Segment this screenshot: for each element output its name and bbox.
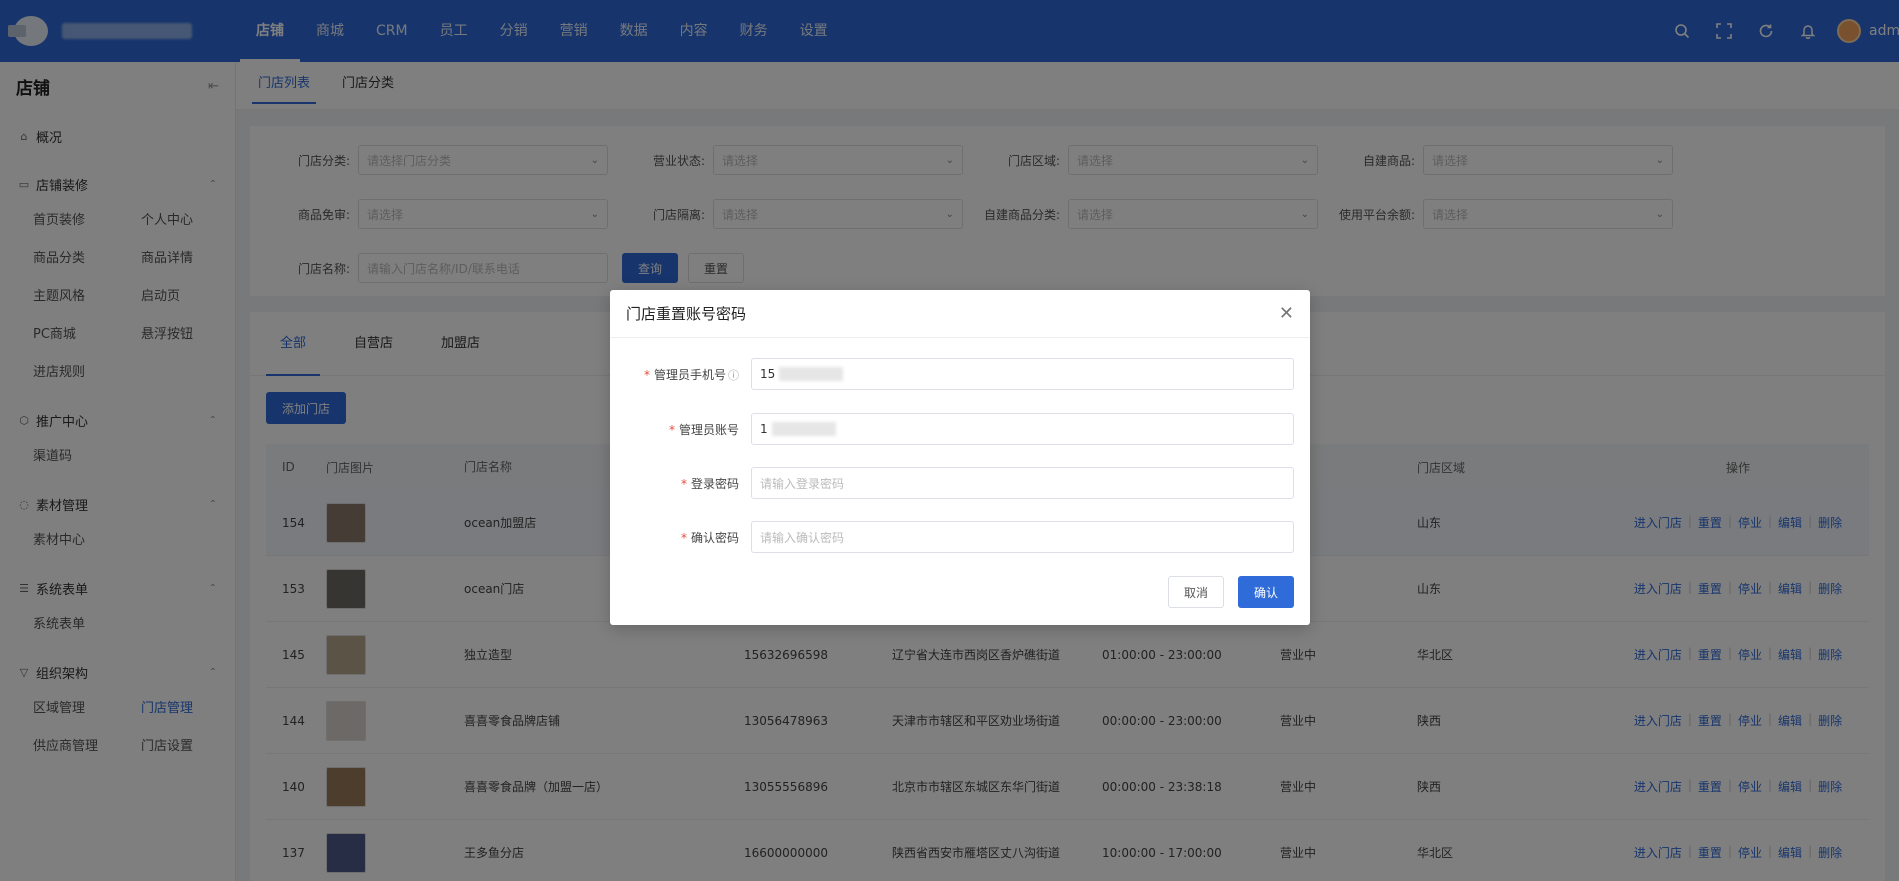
cancel-button[interactable]: 取消	[1168, 576, 1224, 608]
redacted-value	[771, 422, 836, 436]
admin-phone-input[interactable]: 15	[751, 358, 1294, 390]
password-row: * 登录密码 请输入登录密码	[610, 467, 1294, 499]
reset-account-modal: 门店重置账号密码 ✕ * 管理员手机号 ⓘ 15 * 管理员账号 1 * 登录密码 请输…	[610, 290, 1310, 625]
confirm-row: * 确认密码 请输入确认密码	[610, 521, 1294, 553]
admin-account-input[interactable]: 1	[751, 413, 1294, 445]
password-label: 登录密码	[690, 476, 739, 491]
input-placeholder: 请输入确认密码	[760, 530, 845, 545]
input-value: 15	[760, 367, 776, 381]
required-mark: *	[680, 476, 687, 491]
account-label: 管理员账号	[678, 422, 739, 437]
confirm-label: 确认密码	[690, 530, 739, 545]
input-value: 1	[760, 422, 768, 436]
required-mark: *	[680, 530, 687, 545]
redacted-value	[779, 367, 844, 381]
account-row: * 管理员账号 1	[610, 413, 1294, 445]
info-icon[interactable]: ⓘ	[728, 369, 739, 382]
input-placeholder: 请输入登录密码	[760, 476, 845, 491]
close-icon[interactable]: ✕	[1279, 303, 1294, 324]
login-password-input[interactable]: 请输入登录密码	[751, 467, 1294, 499]
phone-label: 管理员手机号	[653, 367, 726, 382]
required-mark: *	[643, 367, 650, 382]
confirm-password-input[interactable]: 请输入确认密码	[751, 521, 1294, 553]
required-mark: *	[668, 422, 675, 437]
confirm-button[interactable]: 确认	[1238, 576, 1294, 608]
modal-title: 门店重置账号密码	[626, 305, 747, 323]
phone-row: * 管理员手机号 ⓘ 15	[610, 358, 1294, 390]
